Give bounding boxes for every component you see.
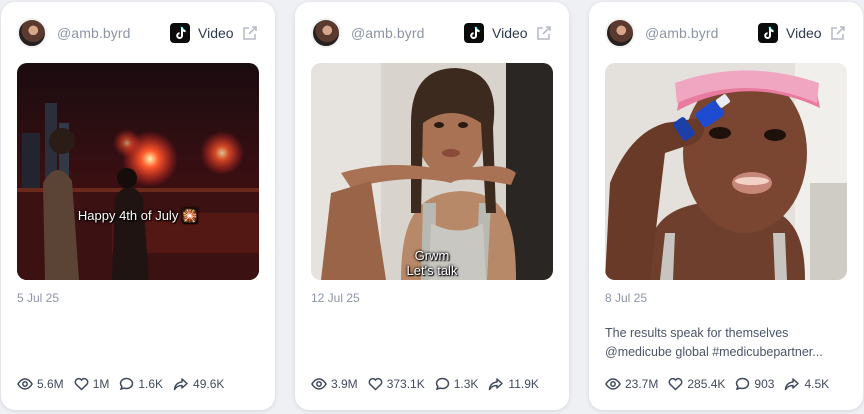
views-stat: 5.6M [17, 377, 64, 391]
avatar[interactable] [605, 18, 635, 48]
comment-icon [736, 377, 750, 391]
views-stat: 3.9M [311, 377, 358, 391]
heart-icon [368, 377, 383, 391]
tiktok-icon [758, 23, 778, 43]
external-link-icon[interactable] [241, 24, 259, 42]
comments-stat: 1.6K [119, 377, 163, 391]
avatar[interactable] [311, 18, 341, 48]
post-type-label: Video [198, 25, 234, 41]
shares-stat: 4.5K [784, 377, 829, 391]
tiktok-icon [464, 23, 484, 43]
video-thumbnail[interactable]: Happy 4th of July 🎇 [17, 63, 259, 280]
post-date: 5 Jul 25 [17, 291, 60, 305]
heart-icon [74, 377, 89, 391]
avatar[interactable] [17, 18, 47, 48]
eye-icon [311, 378, 327, 390]
video-caption-overlay: Happy 4th of July 🎇 [77, 208, 199, 223]
comment-icon [435, 377, 449, 391]
comment-icon [120, 377, 134, 391]
eye-icon [17, 378, 33, 390]
views-stat: 23.7M [605, 377, 658, 391]
creator-handle[interactable]: @amb.byrd [645, 25, 718, 41]
post-date: 8 Jul 25 [605, 291, 648, 305]
shares-stat: 11.9K [488, 377, 539, 391]
likes-stat: 1M [74, 377, 109, 391]
eye-icon [605, 378, 621, 390]
engagement-stats: 5.6M 1M 1.6K 49.6K [17, 377, 234, 391]
post-card[interactable]: @amb.byrd Video Happy 4th of July 🎇 5 Ju… [1, 2, 275, 410]
share-icon [173, 378, 188, 391]
heart-icon [668, 377, 683, 391]
external-link-icon[interactable] [829, 24, 847, 42]
tiktok-icon [170, 23, 190, 43]
likes-stat: 285.4K [668, 377, 725, 391]
post-type-label: Video [492, 25, 528, 41]
external-link-icon[interactable] [535, 24, 553, 42]
post-date: 12 Jul 25 [311, 291, 360, 305]
video-caption-overlay: Grwm Let's talk [406, 248, 458, 278]
post-card[interactable]: @amb.byrd Video 8 Jul 25 The results spe… [589, 2, 863, 410]
engagement-stats: 23.7M 285.4K 903 4.5K [605, 377, 839, 391]
video-thumbnail[interactable] [605, 63, 847, 280]
share-icon [785, 378, 800, 391]
comments-stat: 903 [735, 377, 774, 391]
shares-stat: 49.6K [173, 377, 224, 391]
creator-handle[interactable]: @amb.byrd [351, 25, 424, 41]
likes-stat: 373.1K [368, 377, 425, 391]
post-description: The results speak for themselves @medicu… [605, 326, 823, 359]
creator-handle[interactable]: @amb.byrd [57, 25, 130, 41]
post-type-label: Video [786, 25, 822, 41]
post-card[interactable]: @amb.byrd Video Grwm Let's talk 12 Jul 2… [295, 2, 569, 410]
comments-stat: 1.3K [435, 377, 478, 391]
engagement-stats: 3.9M 373.1K 1.3K 11.9K [311, 377, 549, 391]
video-thumbnail[interactable]: Grwm Let's talk [311, 63, 553, 280]
share-icon [489, 378, 504, 391]
